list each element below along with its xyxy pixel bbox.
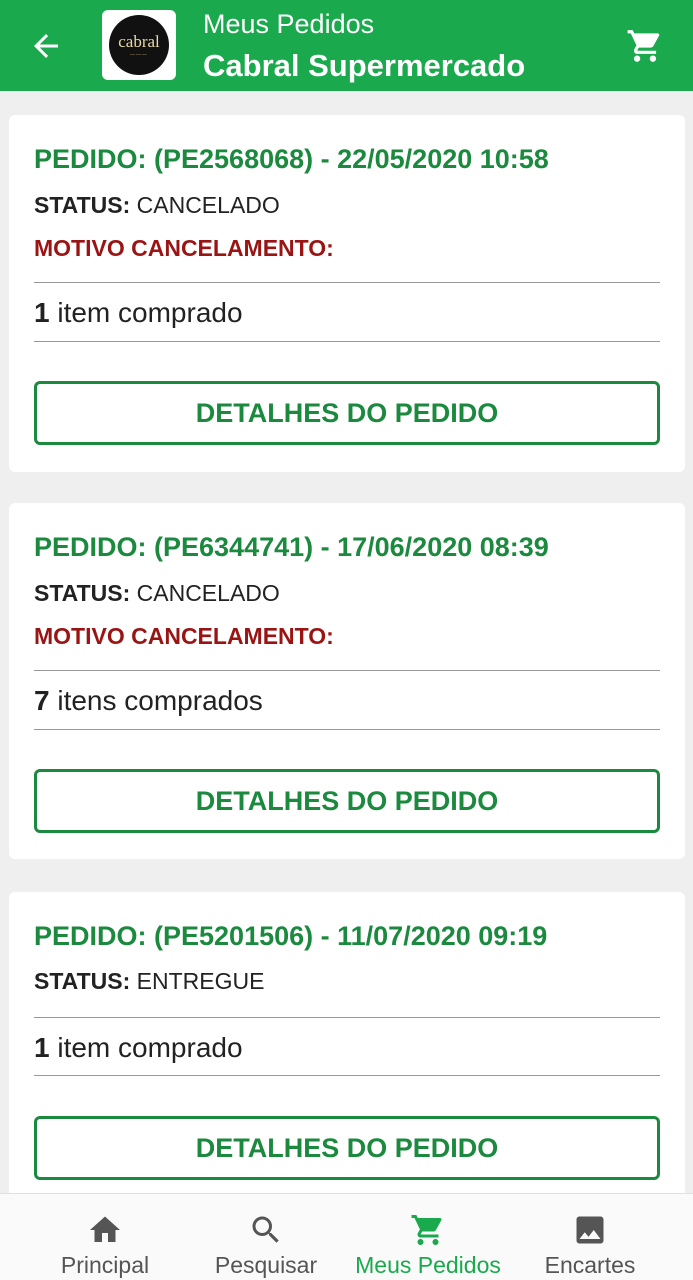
divider — [34, 1017, 660, 1018]
page-subtitle: Meus Pedidos — [203, 9, 375, 39]
order-status: STATUS: ENTREGUE — [34, 968, 264, 995]
status-value: ENTREGUE — [130, 968, 265, 994]
logo-circle: cabral ——— — [109, 15, 169, 75]
divider — [34, 282, 660, 283]
bottom-navigation: Principal Pesquisar Meus Pedidos Encarte… — [0, 1193, 693, 1280]
nav-label: Meus Pedidos — [355, 1252, 501, 1278]
divider — [34, 341, 660, 342]
cart-icon[interactable] — [626, 27, 664, 65]
status-value: CANCELADO — [130, 580, 280, 606]
items-count: 1 item comprado — [34, 297, 243, 329]
items-count: 1 item comprado — [34, 1032, 243, 1064]
order-status: STATUS: CANCELADO — [34, 192, 280, 219]
status-label: STATUS: — [34, 192, 131, 218]
cancel-reason-label: MOTIVO CANCELAMENTO: — [34, 623, 334, 649]
nav-item-meus-pedidos[interactable]: Meus Pedidos — [348, 1194, 508, 1280]
cancel-reason-label: MOTIVO CANCELAMENTO: — [34, 235, 334, 261]
home-icon — [90, 1216, 120, 1242]
store-title: Cabral Supermercado — [203, 48, 526, 83]
divider — [34, 729, 660, 730]
logo-text: cabral — [118, 31, 160, 51]
order-details-button[interactable]: DETALHES DO PEDIDO — [34, 381, 660, 445]
items-number: 7 — [34, 685, 50, 716]
order-title: PEDIDO: (PE5201506) - 11/07/2020 09:19 — [34, 921, 548, 951]
order-status: STATUS: CANCELADO — [34, 580, 280, 607]
store-logo: cabral ——— — [102, 10, 176, 80]
status-label: STATUS: — [34, 968, 131, 994]
nav-item-principal[interactable]: Principal — [40, 1194, 170, 1280]
cart-icon — [411, 1215, 442, 1245]
app-bar: cabral ——— Meus Pedidos Cabral Supermerc… — [0, 0, 693, 91]
order-card: PEDIDO: (PE6344741) - 17/06/2020 08:39 S… — [9, 503, 685, 859]
status-value: CANCELADO — [130, 192, 280, 218]
nav-item-encartes[interactable]: Encartes — [530, 1194, 650, 1280]
items-text: item comprado — [49, 1032, 243, 1063]
nav-label: Pesquisar — [214, 1252, 318, 1278]
search-icon — [252, 1216, 279, 1243]
logo-subtext-decoration: ——— — [130, 51, 148, 58]
items-text: itens comprados — [49, 685, 263, 716]
arrow-back-icon[interactable] — [28, 28, 64, 64]
order-title: PEDIDO: (PE2568068) - 22/05/2020 10:58 — [34, 144, 549, 174]
nav-item-pesquisar[interactable]: Pesquisar — [200, 1194, 332, 1280]
status-label: STATUS: — [34, 580, 131, 606]
items-number: 1 — [34, 297, 50, 328]
order-details-button[interactable]: DETALHES DO PEDIDO — [34, 1116, 660, 1180]
nav-label: Encartes — [544, 1252, 636, 1278]
divider — [34, 1075, 660, 1076]
order-card: PEDIDO: (PE2568068) - 22/05/2020 10:58 S… — [9, 115, 685, 472]
items-number: 1 — [34, 1032, 50, 1063]
nav-label: Principal — [60, 1252, 150, 1278]
items-text: item comprado — [49, 297, 243, 328]
order-card: PEDIDO: (PE5201506) - 11/07/2020 09:19 S… — [9, 892, 685, 1212]
image-icon — [576, 1216, 604, 1244]
order-title: PEDIDO: (PE6344741) - 17/06/2020 08:39 — [34, 532, 549, 562]
divider — [34, 670, 660, 671]
order-details-button[interactable]: DETALHES DO PEDIDO — [34, 769, 660, 833]
items-count: 7 itens comprados — [34, 685, 263, 717]
